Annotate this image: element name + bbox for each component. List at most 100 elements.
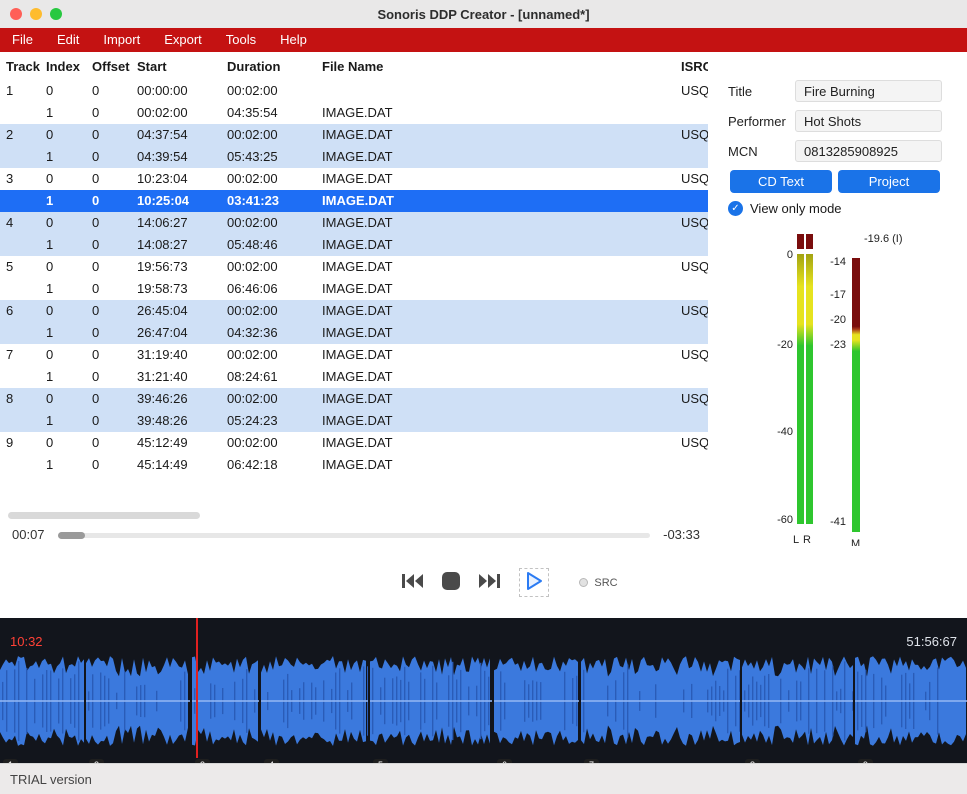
cell-isrc [675, 278, 708, 300]
waveform-segment[interactable] [86, 655, 190, 747]
table-row[interactable]: 1014:08:2705:48:46IMAGE.DAT [0, 234, 708, 256]
column-header[interactable]: ISRC [675, 59, 708, 74]
cell-index: 1 [40, 410, 86, 432]
cd-text-button[interactable]: CD Text [730, 170, 832, 193]
close-button[interactable] [10, 8, 22, 20]
cell-offset: 0 [86, 366, 131, 388]
horizontal-scrollbar[interactable] [8, 512, 200, 519]
stop-icon [441, 571, 461, 594]
meter-scale-label: -60 [768, 514, 793, 526]
waveform-segment[interactable] [261, 655, 368, 747]
stop-button[interactable] [441, 571, 461, 594]
cell-track [0, 234, 40, 256]
waveform-segment[interactable] [370, 655, 492, 747]
title-input[interactable] [795, 80, 942, 102]
meter-bar-right [806, 254, 813, 524]
menu-item-help[interactable]: Help [268, 28, 319, 52]
waveform-segment[interactable] [742, 655, 853, 747]
cell-file: IMAGE.DAT [316, 278, 675, 300]
table-row[interactable]: 40014:06:2700:02:00IMAGE.DATUSQ [0, 212, 708, 234]
cell-index: 1 [40, 278, 86, 300]
column-header[interactable]: Start [131, 59, 221, 74]
table-row[interactable]: 1045:14:4906:42:18IMAGE.DAT [0, 454, 708, 476]
mcn-label: MCN [728, 144, 758, 159]
cell-track [0, 190, 40, 212]
play-button[interactable] [519, 568, 549, 597]
menu-item-export[interactable]: Export [152, 28, 214, 52]
loudness-value: -19.6 (I) [864, 233, 903, 245]
menu-item-import[interactable]: Import [91, 28, 152, 52]
column-header[interactable]: Track [0, 59, 40, 74]
cell-isrc: USQ [675, 168, 708, 190]
title-field-row: Title [708, 80, 967, 104]
cell-isrc [675, 146, 708, 168]
seek-slider[interactable] [58, 533, 650, 538]
table-row[interactable]: 1039:48:2605:24:23IMAGE.DAT [0, 410, 708, 432]
table-row[interactable]: 30010:23:0400:02:00IMAGE.DATUSQ [0, 168, 708, 190]
cell-duration: 06:42:18 [221, 454, 316, 476]
cell-track [0, 278, 40, 300]
next-track-button[interactable] [477, 571, 503, 594]
cell-isrc: USQ [675, 212, 708, 234]
minimize-button[interactable] [30, 8, 42, 20]
cell-isrc [675, 410, 708, 432]
seek-thumb[interactable] [58, 532, 85, 539]
panel-buttons: CD Text Project [708, 170, 967, 194]
cell-offset: 0 [86, 300, 131, 322]
table-row[interactable]: 1004:39:5405:43:25IMAGE.DAT [0, 146, 708, 168]
waveform-segment[interactable] [855, 655, 967, 747]
traffic-lights [10, 8, 62, 20]
column-header[interactable]: File Name [316, 59, 675, 74]
mcn-input[interactable] [795, 140, 942, 162]
cell-index: 0 [40, 432, 86, 454]
remaining-time: -03:33 [663, 527, 700, 542]
cell-offset: 0 [86, 388, 131, 410]
column-header[interactable]: Offset [86, 59, 131, 74]
performer-field-row: Performer [708, 110, 967, 134]
cell-isrc [675, 322, 708, 344]
waveform-segment[interactable] [0, 655, 84, 747]
cell-offset: 0 [86, 344, 131, 366]
table-row[interactable]: 80039:46:2600:02:00IMAGE.DATUSQ [0, 388, 708, 410]
titlebar: Sonoris DDP Creator - [unnamed*] [0, 0, 967, 28]
cell-start: 10:25:04 [131, 190, 221, 212]
table-row[interactable]: 50019:56:7300:02:00IMAGE.DATUSQ [0, 256, 708, 278]
menu-item-edit[interactable]: Edit [45, 28, 91, 52]
table-row[interactable]: 70031:19:4000:02:00IMAGE.DATUSQ [0, 344, 708, 366]
waveform-segment[interactable] [192, 655, 259, 747]
table-row[interactable]: 1000:02:0004:35:54IMAGE.DAT [0, 102, 708, 124]
performer-input[interactable] [795, 110, 942, 132]
previous-track-button[interactable] [399, 571, 425, 594]
table-row[interactable]: 1026:47:0404:32:36IMAGE.DAT [0, 322, 708, 344]
src-toggle[interactable]: SRC [579, 577, 617, 589]
table-row[interactable]: 20004:37:5400:02:00IMAGE.DATUSQ [0, 124, 708, 146]
waveform-view[interactable]: 10:32 51:56:67 123456789 [0, 618, 967, 763]
waveform-segment[interactable] [494, 655, 579, 747]
cell-track [0, 410, 40, 432]
cell-track: 8 [0, 388, 40, 410]
track-table: TrackIndexOffsetStartDurationFile NameIS… [0, 52, 708, 546]
cell-start: 39:46:26 [131, 388, 221, 410]
cell-start: 45:12:49 [131, 432, 221, 454]
project-button[interactable]: Project [838, 170, 940, 193]
clip-indicator-right [806, 234, 813, 249]
table-row[interactable]: 1019:58:7306:46:06IMAGE.DAT [0, 278, 708, 300]
main-region: TrackIndexOffsetStartDurationFile NameIS… [0, 52, 967, 546]
cell-start: 19:58:73 [131, 278, 221, 300]
table-row[interactable]: 90045:12:4900:02:00IMAGE.DATUSQ [0, 432, 708, 454]
column-header[interactable]: Duration [221, 59, 316, 74]
zoom-button[interactable] [50, 8, 62, 20]
menu-item-tools[interactable]: Tools [214, 28, 268, 52]
performer-label: Performer [728, 114, 786, 129]
cell-isrc [675, 190, 708, 212]
view-only-mode[interactable]: ✓ View only mode [728, 201, 842, 216]
table-row[interactable]: 10000:00:0000:02:00USQ [0, 80, 708, 102]
meter-scale-label: -17 [821, 289, 846, 301]
table-row[interactable]: 60026:45:0400:02:00IMAGE.DATUSQ [0, 300, 708, 322]
column-header[interactable]: Index [40, 59, 86, 74]
menu-item-file[interactable]: File [0, 28, 45, 52]
playhead-cursor[interactable] [196, 618, 198, 758]
table-row[interactable]: 1010:25:0403:41:23IMAGE.DAT [0, 190, 708, 212]
table-row[interactable]: 1031:21:4008:24:61IMAGE.DAT [0, 366, 708, 388]
waveform-segment[interactable] [581, 655, 740, 747]
